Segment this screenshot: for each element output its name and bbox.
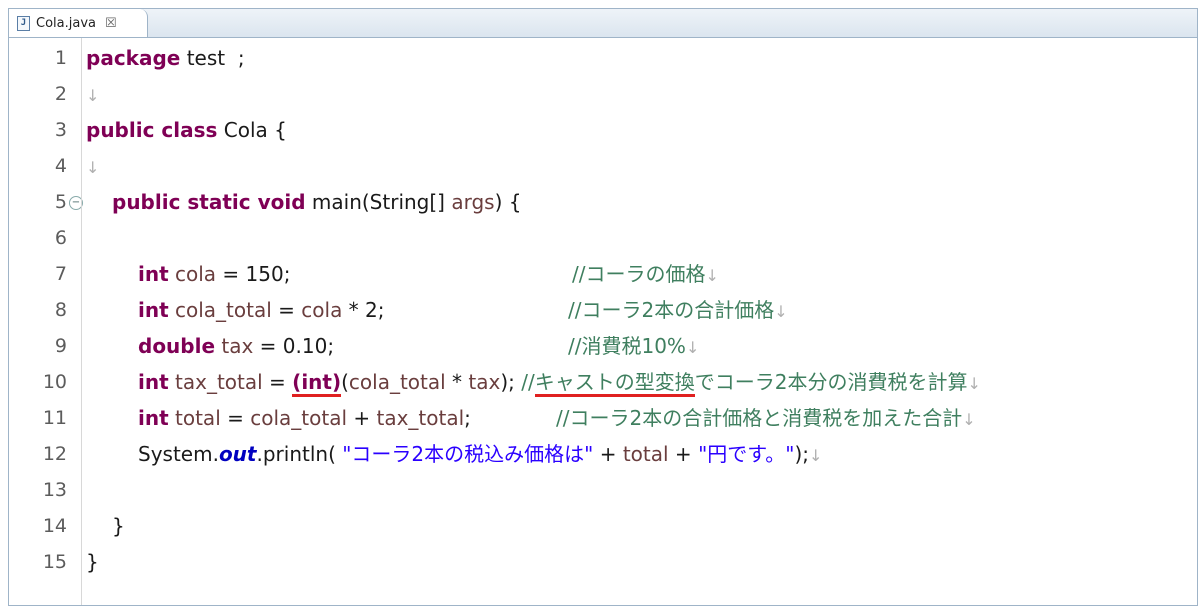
code-editor[interactable]: 1 2 3 4 5 6 7 8 9 10 11 12 13 14 15 − pa… xyxy=(9,38,1197,605)
tab-cola-java[interactable]: J Cola.java ☒ xyxy=(9,9,148,37)
code-line: ↓ xyxy=(86,76,99,112)
code-area[interactable]: package test ; ↓ public class Cola { ↓ p… xyxy=(81,38,1197,605)
code-line: } xyxy=(86,550,99,574)
code-line: int cola = 150;//コーラの価格↓ xyxy=(138,256,1188,292)
line-number: 1 xyxy=(54,47,67,69)
line-number: 6 xyxy=(54,227,67,249)
java-file-icon: J xyxy=(17,15,30,31)
line-number: 13 xyxy=(42,479,67,501)
line-number: 10 xyxy=(42,371,67,393)
code-line: double tax = 0.10;//消費税10%↓ xyxy=(138,328,1188,364)
code-line: int cola_total = cola * 2;//コーラ2本の合計価格↓ xyxy=(138,292,1188,328)
code-line: ↓ xyxy=(86,148,99,184)
whitespace-marker: ↓ xyxy=(86,158,100,177)
line-number: 7 xyxy=(54,263,67,285)
code-line: public static void main(String[] args) { xyxy=(112,190,522,214)
code-line: int tax_total = (int)(cola_total * tax);… xyxy=(138,364,981,400)
editor-window: J Cola.java ☒ 1 2 3 4 5 6 7 8 9 10 11 12… xyxy=(8,8,1198,606)
close-icon[interactable]: ☒ xyxy=(105,16,117,31)
code-line: public class Cola { xyxy=(86,118,287,142)
tab-bar: J Cola.java ☒ xyxy=(9,9,1197,38)
line-number-gutter: 1 2 3 4 5 6 7 8 9 10 11 12 13 14 15 − xyxy=(17,38,83,605)
cast-highlight: (int) xyxy=(292,370,342,397)
code-comment: //コーラ2本の合計価格↓ xyxy=(568,298,788,322)
code-comment: //キャストの型変換でコーラ2本分の消費税を計算↓ xyxy=(515,370,981,397)
line-number: 5 xyxy=(54,191,67,213)
line-number: 3 xyxy=(54,119,67,141)
line-number: 8 xyxy=(54,299,67,321)
line-number: 12 xyxy=(42,443,67,465)
code-comment: //コーラの価格↓ xyxy=(572,262,719,286)
code-line: System.out.println( "コーラ2本の税込み価格は" + tot… xyxy=(138,442,823,466)
line-number: 14 xyxy=(42,515,67,537)
line-number: 2 xyxy=(54,83,67,105)
code-line: package test ; xyxy=(86,46,245,70)
code-line: int total = cola_total + tax_total;//コーラ… xyxy=(138,400,1188,436)
tab-title: Cola.java xyxy=(36,15,96,31)
code-comment: //消費税10%↓ xyxy=(568,334,700,358)
line-number: 9 xyxy=(54,335,67,357)
code-comment: //コーラ2本の合計価格と消費税を加えた合計↓ xyxy=(556,406,976,430)
line-number: 15 xyxy=(42,551,67,573)
line-number: 4 xyxy=(54,155,67,177)
line-number: 11 xyxy=(42,407,67,429)
cast-comment-highlight: キャストの型変換 xyxy=(534,370,695,397)
whitespace-marker: ↓ xyxy=(86,86,100,105)
code-line: } xyxy=(112,514,125,538)
